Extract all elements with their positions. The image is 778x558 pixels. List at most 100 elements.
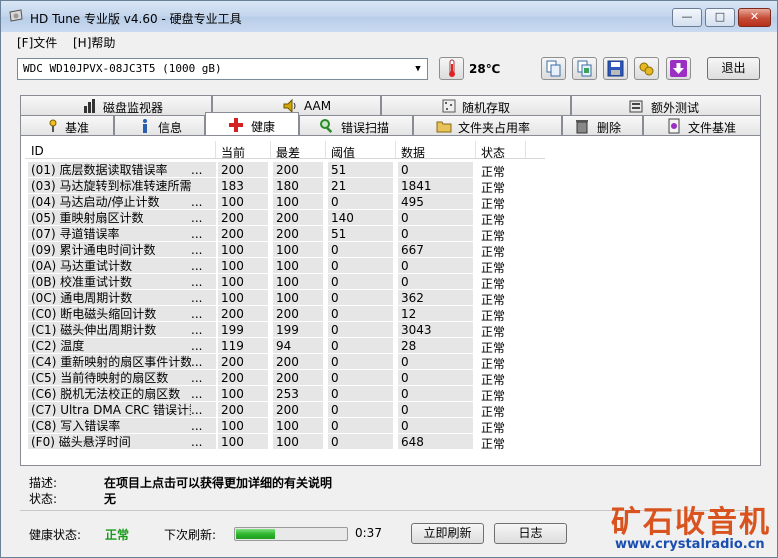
cell-ellipsis <box>191 178 216 193</box>
copy-button[interactable] <box>541 57 566 80</box>
cell-data: 0 <box>398 354 473 369</box>
table-row[interactable]: (0C) 通电周期计数... 100 100 0 362 正常 <box>25 290 755 307</box>
save-button[interactable] <box>603 57 628 80</box>
log-button[interactable]: 日志 <box>494 523 567 544</box>
table-row[interactable]: (C5) 当前待映射的扇区数... 200 200 0 0 正常 <box>25 370 755 387</box>
table-row[interactable]: (C2) 温度... 119 94 0 28 正常 <box>25 338 755 355</box>
table-row[interactable]: (0A) 马达重试计数... 100 100 0 0 正常 <box>25 258 755 275</box>
close-button[interactable]: ✕ <box>738 8 771 27</box>
options-button[interactable] <box>634 57 659 80</box>
column-header-id[interactable]: ID <box>31 144 44 158</box>
cell-current: 183 <box>218 178 268 193</box>
chevron-down-icon[interactable]: ▼ <box>411 61 425 77</box>
folder-icon <box>436 121 452 133</box>
cell-worst: 100 <box>273 274 323 289</box>
cell-current: 100 <box>218 290 268 305</box>
minimize-button[interactable]: — <box>672 8 702 27</box>
info-icon <box>143 119 147 133</box>
save-icon <box>607 60 624 77</box>
table-row[interactable]: (C4) 重新映射的扇区事件计数... 200 200 0 0 正常 <box>25 354 755 371</box>
tab-info[interactable]: 信息 <box>114 115 205 135</box>
table-row[interactable]: (C1) 磁头伸出周期计数... 199 199 0 3043 正常 <box>25 322 755 339</box>
refresh-countdown: 0:37 <box>355 526 382 540</box>
cell-threshold: 0 <box>328 434 393 449</box>
cell-worst: 200 <box>273 162 323 177</box>
health-cross-icon <box>229 118 243 132</box>
cell-threshold: 51 <box>328 162 393 177</box>
temperature-value: 28℃ <box>469 62 501 76</box>
window-title: HD Tune 专业版 v4.60 - 硬盘专业工具 <box>30 12 242 26</box>
tab-random-access[interactable]: 随机存取 <box>381 95 571 115</box>
benchmark-icon <box>49 119 57 132</box>
cell-current: 199 <box>218 322 268 337</box>
health-status-value: 正常 <box>105 528 130 542</box>
cell-current: 119 <box>218 338 268 353</box>
table-row[interactable]: (07) 寻道错误率... 200 200 51 0 正常 <box>25 226 755 243</box>
cell-ellipsis: ... <box>191 242 216 257</box>
exit-button[interactable]: 退出 <box>707 57 760 80</box>
cell-worst: 200 <box>273 354 323 369</box>
cell-current: 100 <box>218 242 268 257</box>
drive-select[interactable]: WDC WD10JPVX-08JC3T5 (1000 gB) ▼ <box>17 58 428 80</box>
table-row[interactable]: (C7) Ultra DMA CRC 错误计数... 200 200 0 0 正常 <box>25 402 755 419</box>
cell-threshold: 0 <box>328 274 393 289</box>
cell-worst: 100 <box>273 194 323 209</box>
thermometer-icon <box>449 59 455 77</box>
cell-current: 100 <box>218 258 268 273</box>
tab-file-benchmark[interactable]: 文件基准 <box>643 115 761 135</box>
trash-icon <box>576 120 588 134</box>
refresh-now-button[interactable]: 立即刷新 <box>411 523 484 544</box>
refresh-progress-bar <box>234 527 348 541</box>
table-row[interactable]: (C6) 脱机无法校正的扇区数... 100 253 0 0 正常 <box>25 386 755 403</box>
cell-data: 0 <box>398 162 473 177</box>
copy-all-button[interactable] <box>572 57 597 80</box>
download-button[interactable] <box>666 57 691 80</box>
cell-worst: 100 <box>273 418 323 433</box>
cell-threshold: 0 <box>328 194 393 209</box>
bar-chart-icon <box>84 99 95 113</box>
tab-benchmark[interactable]: 基准 <box>20 115 114 135</box>
cell-ellipsis: ... <box>191 338 216 353</box>
tab-error-scan[interactable]: 错误扫描 <box>299 115 413 135</box>
table-row[interactable]: (03) 马达旋转到标准转速所需... 183 180 21 1841 正常 <box>25 178 755 195</box>
cell-threshold: 0 <box>328 370 393 385</box>
cell-data: 0 <box>398 274 473 289</box>
cell-current: 200 <box>218 370 268 385</box>
table-row[interactable]: (04) 马达启动/停止计数... 100 100 0 495 正常 <box>25 194 755 211</box>
cell-threshold: 140 <box>328 210 393 225</box>
cell-threshold: 0 <box>328 322 393 337</box>
menu-help[interactable]: [H]帮助 <box>73 34 115 51</box>
copy-icon <box>546 60 561 77</box>
tab-health[interactable]: 健康 <box>205 112 299 135</box>
cell-id: (01) 底层数据读取错误率 <box>28 162 191 177</box>
tab-disk-monitor[interactable]: 磁盘监视器 <box>20 95 212 115</box>
tab-folder-usage[interactable]: 文件夹占用率 <box>413 115 562 135</box>
tab-extra-tests[interactable]: 额外测试 <box>571 95 761 115</box>
cell-id: (C2) 温度 <box>28 338 191 353</box>
table-row[interactable]: (09) 累计通电时间计数... 100 100 0 667 正常 <box>25 242 755 259</box>
cell-data: 0 <box>398 370 473 385</box>
table-row[interactable]: (F0) 磁头悬浮时间... 100 100 0 648 正常 <box>25 434 755 451</box>
cell-id: (C4) 重新映射的扇区事件计数 <box>28 354 191 369</box>
cell-id: (0A) 马达重试计数 <box>28 258 191 273</box>
cell-worst: 200 <box>273 210 323 225</box>
column-divider <box>475 141 476 159</box>
cell-id: (F0) 磁头悬浮时间 <box>28 434 191 449</box>
download-icon <box>670 60 687 77</box>
table-row[interactable]: (01) 底层数据读取错误率... 200 200 51 0 正常 <box>25 162 755 179</box>
temperature-button[interactable] <box>439 57 464 80</box>
cell-current: 200 <box>218 306 268 321</box>
table-row[interactable]: (0B) 校准重试计数... 100 100 0 0 正常 <box>25 274 755 291</box>
cell-current: 100 <box>218 194 268 209</box>
state-value: 无 <box>104 492 117 506</box>
table-row[interactable]: (C0) 断电磁头缩回计数... 200 200 0 12 正常 <box>25 306 755 323</box>
cell-ellipsis: ... <box>191 322 216 337</box>
tab-erase[interactable]: 删除 <box>562 115 643 135</box>
table-row[interactable]: (05) 重映射扇区计数... 200 200 140 0 正常 <box>25 210 755 227</box>
menu-file[interactable]: [F]文件 <box>17 34 57 51</box>
cell-id: (C1) 磁头伸出周期计数 <box>28 322 191 337</box>
cell-id: (05) 重映射扇区计数 <box>28 210 191 225</box>
table-row[interactable]: (C8) 写入错误率... 100 100 0 0 正常 <box>25 418 755 435</box>
maximize-button[interactable]: □ <box>705 8 735 27</box>
cell-worst: 200 <box>273 226 323 241</box>
